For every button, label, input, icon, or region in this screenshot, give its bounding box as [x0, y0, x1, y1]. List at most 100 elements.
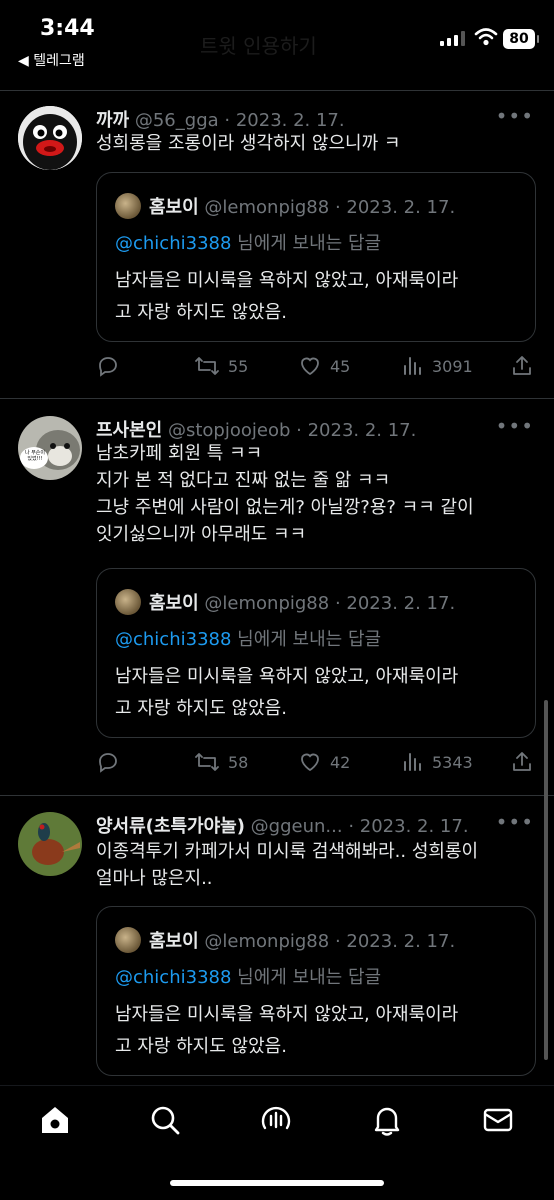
quote-text-line: 남자들은 미시룩을 욕하지 않았고, 아재룩이라 [115, 666, 459, 687]
like-count: 45 [330, 356, 351, 376]
quote-handle: @lemonpig88 [204, 197, 330, 218]
tweet-text: 남초카페 회원 특 ㅋㅋ 지가 본 적 없다고 진짜 없는 줄 앎 ㅋㅋ 그냥 … [96, 440, 536, 548]
mail-icon [483, 1108, 513, 1132]
handle[interactable]: @stopjoojeob [168, 420, 290, 441]
scrollbar[interactable] [544, 700, 548, 1060]
status-time: 3:44 [40, 16, 95, 41]
back-to-telegram-link[interactable]: ◀ 텔레그램 [18, 50, 85, 70]
quote-text-line: 고 자랑 하지도 않았음. [115, 302, 287, 323]
tab-messages[interactable] [478, 1100, 518, 1140]
quote-text: 남자들은 미시룩을 욕하지 않았고, 아재룩이라 고 자랑 하지도 않았음. [115, 661, 521, 725]
display-name[interactable]: 양서류(초특가야놀) [96, 816, 245, 837]
like-button[interactable]: 45 [298, 354, 350, 378]
reply-suffix: 님에게 보내는 답글 [231, 629, 382, 650]
reply-button[interactable] [96, 354, 120, 378]
reply-suffix: 님에게 보내는 답글 [231, 967, 382, 988]
display-name[interactable]: 프사본인 [96, 420, 162, 441]
action-bar: 58 42 5343 [96, 750, 536, 780]
quote-display-name: 홈보이 [149, 593, 199, 614]
quote-date: · 2023. 2. 17. [334, 197, 456, 218]
search-icon [151, 1106, 180, 1135]
views-icon [404, 357, 421, 375]
quote-header: 홈보이 @lemonpig88 · 2023. 2. 17. [115, 589, 455, 615]
tab-spaces[interactable] [256, 1100, 296, 1140]
bell-icon [374, 1107, 400, 1136]
avatar-caption: 나 무슨이 있었!!! [25, 450, 45, 462]
tweet-text-line: 지가 본 적 없다고 진짜 없는 줄 앎 ㅋㅋ [96, 470, 391, 491]
retweet-icon [195, 753, 219, 771]
reply-button[interactable] [96, 750, 120, 774]
tweet-text-line: 이종격투기 카페가서 미시룩 검색해봐라.. 성희롱이 [96, 841, 479, 862]
quote-text-line: 남자들은 미시룩을 욕하지 않았고, 아재룩이라 [115, 1004, 459, 1025]
spaces-icon [261, 1106, 291, 1130]
tweet-date: · 2023. 2. 17. [296, 420, 417, 441]
avatar-pheasant[interactable] [18, 812, 82, 876]
avatar-pingu[interactable] [18, 106, 82, 170]
mention-link[interactable]: @chichi3388 [115, 967, 231, 988]
share-icon [513, 752, 531, 771]
divider [0, 90, 554, 91]
quote-handle: @lemonpig88 [204, 593, 330, 614]
views-count: 5343 [432, 752, 473, 772]
tweet-text-line: 얼마나 많은지.. [96, 868, 213, 889]
signal-icon [440, 30, 465, 46]
more-icon[interactable]: ••• [496, 414, 534, 438]
heart-icon [301, 357, 319, 376]
display-name[interactable]: 까까 [96, 110, 129, 131]
more-icon[interactable]: ••• [496, 104, 534, 128]
tweet-text-line: 잇기싫으니까 아무래도 ㅋㅋ [96, 524, 307, 545]
mention-link[interactable]: @chichi3388 [115, 629, 231, 650]
retweet-button[interactable]: 58 [194, 750, 248, 774]
tab-home[interactable] [35, 1100, 75, 1140]
reply-suffix: 님에게 보내는 답글 [231, 233, 382, 254]
quote-avatar [115, 927, 141, 953]
tweet-header: 프사본인 @stopjoojeob · 2023. 2. 17. [96, 416, 534, 442]
quote-date: · 2023. 2. 17. [334, 593, 456, 614]
handle[interactable]: @ggeun... [251, 816, 343, 837]
quote-handle: @lemonpig88 [204, 931, 330, 952]
tweet-date: · 2023. 2. 17. [224, 110, 345, 131]
quote-text-line: 남자들은 미시룩을 욕하지 않았고, 아재룩이라 [115, 270, 459, 291]
home-icon [42, 1107, 68, 1133]
reply-to-line: @chichi3388 님에게 보내는 답글 [115, 625, 381, 651]
share-button[interactable] [510, 750, 534, 774]
tweet-text-line: 그냥 주변에 사람이 없는게? 아닐깡?용? ㅋㅋ 같이 [96, 497, 474, 518]
avatar-cat[interactable]: 나 무슨이 있었!!! [18, 416, 82, 480]
home-indicator[interactable] [170, 1180, 384, 1186]
quote-avatar [115, 589, 141, 615]
retweet-count: 55 [228, 356, 249, 376]
tab-search[interactable] [145, 1100, 185, 1140]
header-ghost-title: 트윗 인용하기 [200, 34, 317, 58]
tab-notifications[interactable] [367, 1100, 407, 1140]
quote-header: 홈보이 @lemonpig88 · 2023. 2. 17. [115, 927, 455, 953]
quote-avatar [115, 193, 141, 219]
action-bar: 55 45 3091 [96, 354, 536, 384]
tweet-text: 성희롱을 조롱이라 생각하지 않으니까 ㅋ [96, 133, 401, 154]
views-button[interactable]: 5343 [402, 750, 473, 774]
handle[interactable]: @56_gga [135, 110, 219, 131]
views-button[interactable]: 3091 [402, 354, 473, 378]
like-button[interactable]: 42 [298, 750, 350, 774]
quote-text-line: 고 자랑 하지도 않았음. [115, 1036, 287, 1057]
share-button[interactable] [510, 354, 534, 378]
quoted-tweet[interactable]: 홈보이 @lemonpig88 · 2023. 2. 17. @chichi33… [96, 568, 536, 738]
heart-icon [301, 753, 319, 772]
divider [0, 398, 554, 399]
tweet-date: · 2023. 2. 17. [348, 816, 469, 837]
quote-text: 남자들은 미시룩을 욕하지 않았고, 아재룩이라 고 자랑 하지도 않았음. [115, 999, 521, 1063]
mention-link[interactable]: @chichi3388 [115, 233, 231, 254]
quoted-tweet[interactable]: 홈보이 @lemonpig88 · 2023. 2. 17. @chichi33… [96, 172, 536, 342]
reply-to-line: @chichi3388 님에게 보내는 답글 [115, 963, 381, 989]
retweet-button[interactable]: 55 [194, 354, 248, 378]
more-icon[interactable]: ••• [496, 810, 534, 834]
battery-indicator: 80 [503, 29, 539, 49]
tweet-text-line: 남초카페 회원 특 ㅋㅋ [96, 443, 263, 464]
tweet-text: 이종격투기 카페가서 미시룩 검색해봐라.. 성희롱이 얼마나 많은지.. [96, 838, 536, 892]
quote-header: 홈보이 @lemonpig88 · 2023. 2. 17. [115, 193, 455, 219]
quoted-tweet[interactable]: 홈보이 @lemonpig88 · 2023. 2. 17. @chichi33… [96, 906, 536, 1076]
quote-date: · 2023. 2. 17. [334, 931, 456, 952]
quote-text: 남자들은 미시룩을 욕하지 않았고, 아재룩이라 고 자랑 하지도 않았음. [115, 265, 521, 329]
retweet-icon [195, 357, 219, 375]
status-bar: 3:44 ◀ 텔레그램 트윗 인용하기 80 [0, 0, 554, 80]
views-count: 3091 [432, 356, 473, 376]
